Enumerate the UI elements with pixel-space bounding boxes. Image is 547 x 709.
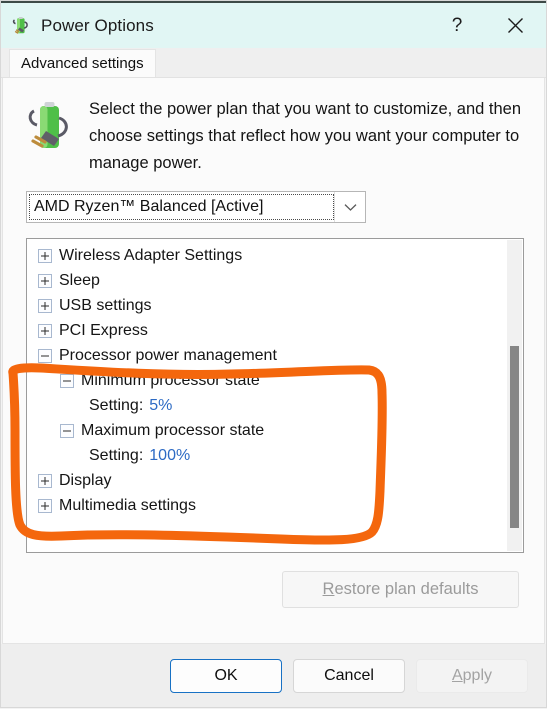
tree-row[interactable]: Minimum processor state bbox=[27, 368, 523, 393]
tab-strip: Advanced settings bbox=[1, 48, 546, 78]
tree-row[interactable]: Wireless Adapter Settings bbox=[27, 243, 523, 268]
ok-label: OK bbox=[214, 666, 238, 684]
tree-item-label: PCI Express bbox=[59, 321, 148, 339]
tree-row[interactable]: PCI Express bbox=[27, 318, 523, 343]
power-plan-combobox[interactable]: AMD Ryzen™ Balanced [Active] bbox=[26, 191, 366, 223]
tree-items-container: Wireless Adapter Settings Sleep USB settin… bbox=[27, 239, 523, 518]
tree-item-label: Multimedia settings bbox=[59, 496, 196, 514]
close-button[interactable] bbox=[492, 3, 538, 48]
power-plan-value: AMD Ryzen™ Balanced [Active] bbox=[34, 198, 264, 215]
tree-item-label: USB settings bbox=[59, 296, 152, 314]
tree-item-label: Display bbox=[59, 471, 112, 489]
expand-plus-icon[interactable] bbox=[38, 298, 52, 313]
setting-label: Setting: bbox=[89, 446, 144, 464]
apply-button: Apply bbox=[416, 658, 528, 693]
tree-item-label: Maximum processor state bbox=[81, 421, 265, 439]
advanced-settings-panel: Select the power plan that you want to c… bbox=[2, 78, 545, 644]
cancel-button[interactable]: Cancel bbox=[293, 658, 405, 693]
tab-advanced-settings[interactable]: Advanced settings bbox=[9, 49, 156, 77]
power-options-dialog: Power Options ? Advanced settings Select… bbox=[0, 0, 547, 708]
ok-button[interactable]: OK bbox=[170, 658, 282, 693]
tree-item-label: Processor power management bbox=[59, 346, 277, 364]
help-button[interactable]: ? bbox=[434, 3, 480, 48]
collapse-minus-icon[interactable] bbox=[60, 373, 74, 388]
expand-plus-icon[interactable] bbox=[38, 473, 52, 488]
close-icon bbox=[507, 17, 524, 34]
apply-label: Apply bbox=[451, 666, 493, 684]
power-plan-battery-icon bbox=[11, 15, 33, 37]
collapse-minus-icon[interactable] bbox=[38, 348, 52, 363]
expand-plus-icon[interactable] bbox=[38, 498, 52, 513]
tree-row[interactable]: Processor power management bbox=[27, 343, 523, 368]
help-icon: ? bbox=[451, 14, 463, 36]
window-title: Power Options bbox=[41, 15, 154, 35]
description-block: Select the power plan that you want to c… bbox=[3, 78, 544, 177]
dialog-footer: OK Cancel Apply bbox=[1, 644, 546, 707]
title-bar: Power Options ? bbox=[1, 1, 546, 48]
tree-row[interactable]: Display bbox=[27, 468, 523, 493]
tree-item-label: Wireless Adapter Settings bbox=[59, 246, 243, 264]
cancel-label: Cancel bbox=[324, 666, 374, 684]
tree-item-label: Sleep bbox=[59, 271, 100, 289]
tree-row[interactable]: Multimedia settings bbox=[27, 493, 523, 518]
tree-vertical-scrollbar[interactable] bbox=[507, 240, 522, 551]
tree-row[interactable]: Maximum processor state bbox=[27, 418, 523, 443]
collapse-minus-icon[interactable] bbox=[60, 423, 74, 438]
setting-value-link[interactable]: 5% bbox=[149, 397, 172, 415]
tree-row[interactable]: Sleep bbox=[27, 268, 523, 293]
restore-plan-defaults-button[interactable]: Restore plan defaults bbox=[282, 571, 519, 608]
description-text: Select the power plan that you want to c… bbox=[89, 100, 522, 172]
tree-row[interactable]: Setting: 5% bbox=[27, 393, 523, 418]
expand-plus-icon[interactable] bbox=[38, 248, 52, 263]
restore-row: Restore plan defaults bbox=[3, 553, 544, 608]
restore-label: Restore plan defaults bbox=[322, 580, 479, 598]
scrollbar-thumb[interactable] bbox=[510, 346, 519, 528]
power-settings-tree[interactable]: Wireless Adapter Settings Sleep USB settin… bbox=[26, 238, 524, 553]
tree-row[interactable]: USB settings bbox=[27, 293, 523, 318]
tree-item-label: Minimum processor state bbox=[81, 371, 260, 389]
plan-selector-row: AMD Ryzen™ Balanced [Active] bbox=[3, 177, 544, 223]
chevron-down-icon[interactable] bbox=[334, 192, 365, 222]
expand-plus-icon[interactable] bbox=[38, 323, 52, 338]
tab-label: Advanced settings bbox=[21, 55, 144, 72]
tree-row[interactable]: Setting: 100% bbox=[27, 443, 523, 468]
expand-plus-icon[interactable] bbox=[38, 273, 52, 288]
setting-label: Setting: bbox=[89, 396, 144, 414]
setting-value-link[interactable]: 100% bbox=[149, 447, 190, 465]
power-plan-battery-icon bbox=[27, 100, 77, 156]
